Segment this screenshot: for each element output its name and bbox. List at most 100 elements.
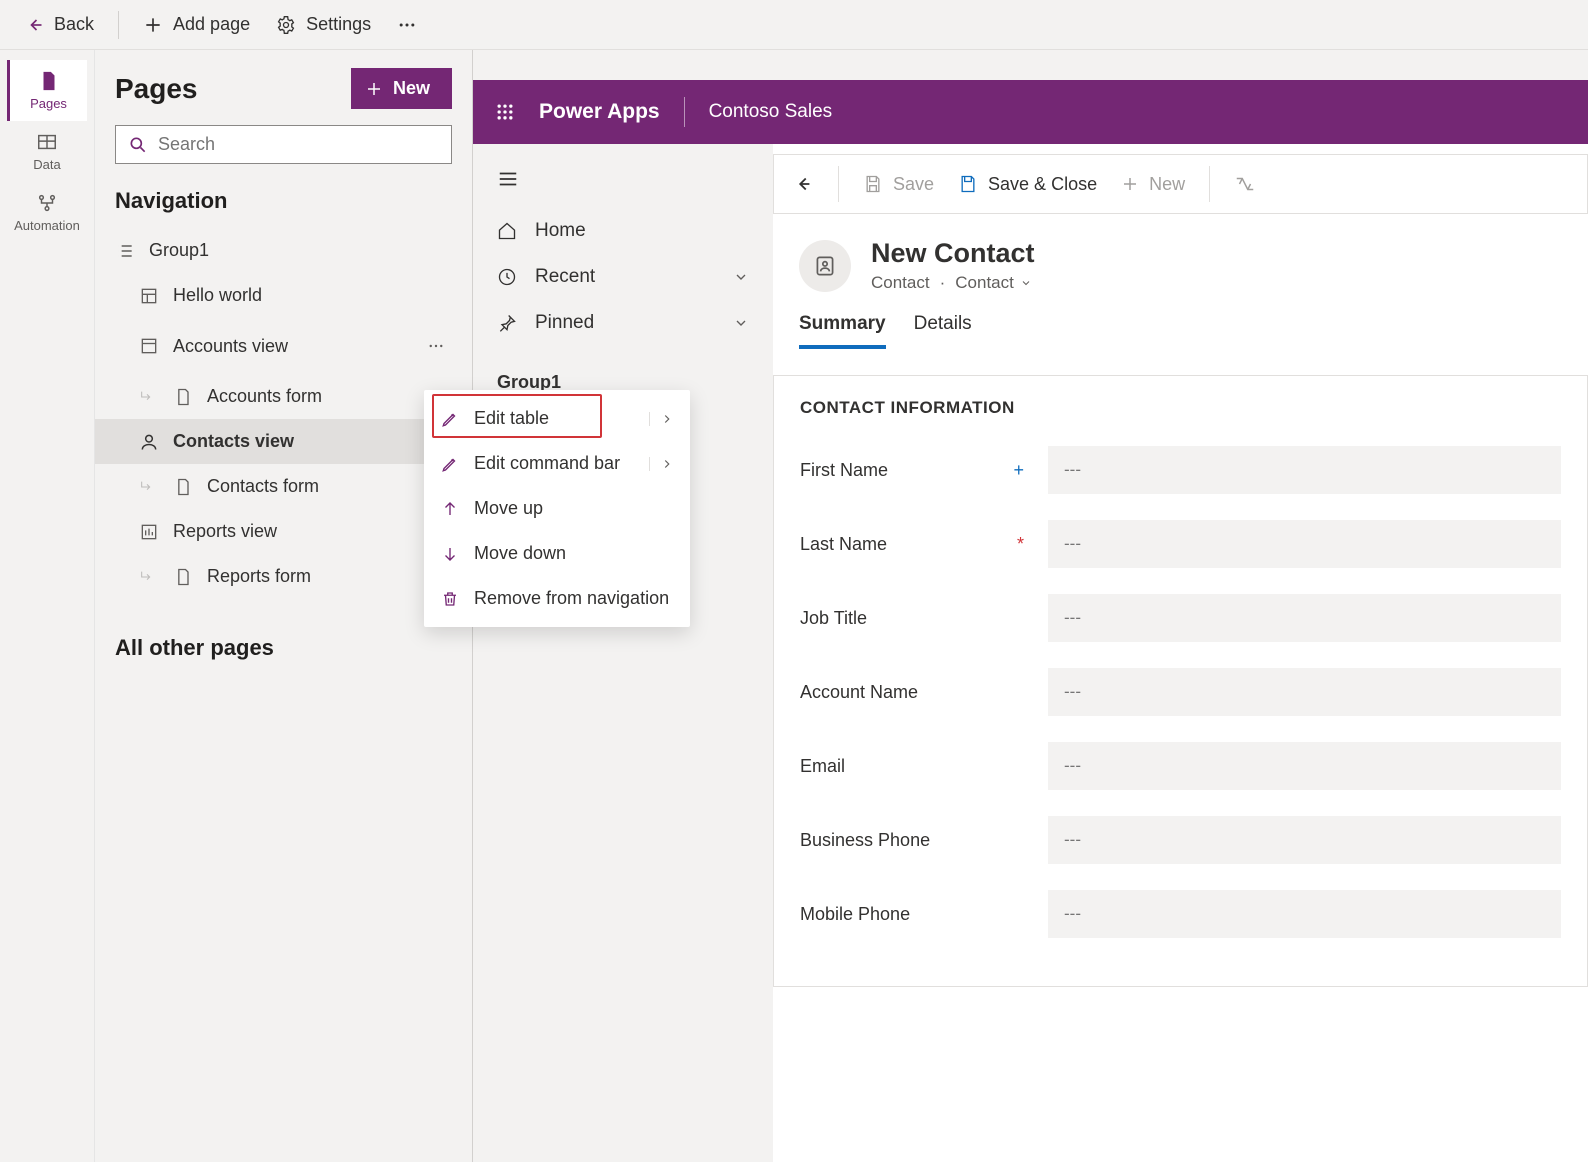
nav-item-accounts-view[interactable]: Accounts view	[95, 318, 472, 374]
new-button-label: New	[393, 78, 430, 99]
rail-data-label: Data	[33, 157, 60, 172]
arrow-down-icon	[440, 544, 460, 564]
form-icon	[173, 567, 193, 587]
cmd-new[interactable]: New	[1121, 174, 1185, 195]
trash-icon	[440, 589, 460, 609]
table-icon	[36, 131, 58, 153]
last-name-input[interactable]	[1048, 520, 1561, 568]
record-form-selector[interactable]: Contact	[955, 273, 1032, 293]
rail-automation-label: Automation	[14, 218, 80, 233]
new-page-button[interactable]: New	[351, 68, 452, 109]
form-card: CONTACT INFORMATION First Name + Last Na…	[773, 375, 1588, 987]
search-input-wrapper[interactable]	[115, 125, 452, 164]
tab-details[interactable]: Details	[914, 313, 972, 349]
field-email: Email	[800, 742, 1561, 790]
cmd-save[interactable]: Save	[863, 174, 934, 195]
nav-item-contacts-form[interactable]: Contacts form	[95, 464, 472, 509]
nav-item-label: Contacts view	[173, 431, 294, 452]
app-name-label: Contoso Sales	[709, 101, 833, 123]
nav-item-accounts-form[interactable]: Accounts form	[95, 374, 472, 419]
rail-automation[interactable]: Automation	[7, 182, 87, 243]
job-title-input[interactable]	[1048, 594, 1561, 642]
pencil-icon	[440, 454, 460, 474]
nav-item-contacts-view[interactable]: Contacts view	[95, 419, 472, 464]
account-name-input[interactable]	[1048, 668, 1561, 716]
pages-panel-title: Pages	[115, 73, 198, 105]
sb-pinned[interactable]: Pinned	[473, 300, 773, 346]
nav-item-more[interactable]	[420, 330, 452, 362]
app-sidebar: Home Recent Pinned Group1	[473, 144, 773, 1162]
navigation-section-title: Navigation	[95, 188, 472, 228]
cm-label: Move down	[474, 543, 566, 564]
cmd-flow[interactable]	[1234, 173, 1256, 195]
field-first-name: First Name +	[800, 446, 1561, 494]
chevron-down-icon	[733, 315, 749, 331]
field-label: Email	[800, 756, 1030, 777]
recommended-marker: +	[1013, 460, 1024, 481]
rail-pages[interactable]: Pages	[7, 60, 87, 121]
context-menu: Edit table Edit command bar Move up Move…	[424, 390, 690, 627]
field-last-name: Last Name *	[800, 520, 1561, 568]
back-button[interactable]: Back	[14, 8, 104, 41]
nav-item-hello-world[interactable]: Hello world	[95, 273, 472, 318]
nav-item-label: Accounts view	[173, 336, 288, 357]
cmd-divider	[1209, 166, 1210, 202]
cmd-save-close[interactable]: Save & Close	[958, 174, 1097, 195]
chevron-down-icon	[733, 269, 749, 285]
nav-item-reports-form[interactable]: Reports form	[95, 554, 472, 599]
list-icon	[115, 241, 135, 261]
more-horizontal-icon	[397, 15, 417, 35]
pin-icon	[497, 313, 517, 333]
search-input[interactable]	[158, 134, 439, 155]
hamburger-button[interactable]	[473, 162, 773, 208]
nav-item-reports-view[interactable]: Reports view	[95, 509, 472, 554]
sb-label: Recent	[535, 266, 595, 288]
sub-indent-icon	[139, 389, 155, 405]
cm-label: Edit command bar	[474, 453, 620, 474]
sb-recent[interactable]: Recent	[473, 254, 773, 300]
sb-home[interactable]: Home	[473, 208, 773, 254]
rail-data[interactable]: Data	[7, 121, 87, 182]
field-label: First Name +	[800, 460, 1030, 481]
email-input[interactable]	[1048, 742, 1561, 790]
mobile-phone-input[interactable]	[1048, 890, 1561, 938]
add-page-button[interactable]: Add page	[133, 8, 260, 41]
cm-move-down[interactable]: Move down	[424, 531, 690, 576]
nav-group[interactable]: Group1	[95, 228, 472, 273]
cmd-back[interactable]	[792, 173, 814, 195]
settings-button[interactable]: Settings	[266, 8, 381, 41]
header-divider	[684, 97, 685, 127]
cm-move-up[interactable]: Move up	[424, 486, 690, 531]
more-button[interactable]	[387, 9, 427, 41]
field-job-title: Job Title	[800, 594, 1561, 642]
tab-summary[interactable]: Summary	[799, 313, 886, 349]
left-rail: Pages Data Automation	[0, 50, 95, 1162]
sb-label: Pinned	[535, 312, 594, 334]
business-phone-input[interactable]	[1048, 816, 1561, 864]
page-icon	[38, 70, 60, 92]
cmd-divider	[838, 166, 839, 202]
record-sep: ·	[940, 273, 946, 293]
sub-indent-icon	[139, 479, 155, 495]
record-header: New Contact Contact · Contact	[773, 232, 1588, 293]
back-label: Back	[54, 14, 94, 35]
nav-item-label: Hello world	[173, 285, 262, 306]
flow-icon	[36, 192, 58, 214]
nav-item-label: Reports form	[207, 566, 311, 587]
avatar	[799, 240, 851, 292]
record-title: New Contact	[871, 238, 1035, 269]
form-icon	[173, 477, 193, 497]
first-name-input[interactable]	[1048, 446, 1561, 494]
cm-edit-table[interactable]: Edit table	[424, 396, 690, 441]
view-icon	[139, 336, 159, 356]
hamburger-icon	[497, 168, 519, 190]
search-icon	[128, 135, 148, 155]
plus-icon	[143, 15, 163, 35]
cm-remove[interactable]: Remove from navigation	[424, 576, 690, 621]
field-label: Account Name	[800, 682, 1030, 703]
cm-edit-command-bar[interactable]: Edit command bar	[424, 441, 690, 486]
pencil-icon	[440, 409, 460, 429]
nav-item-label: Contacts form	[207, 476, 319, 497]
waffle-icon[interactable]	[495, 102, 515, 122]
plus-icon	[1121, 175, 1139, 193]
